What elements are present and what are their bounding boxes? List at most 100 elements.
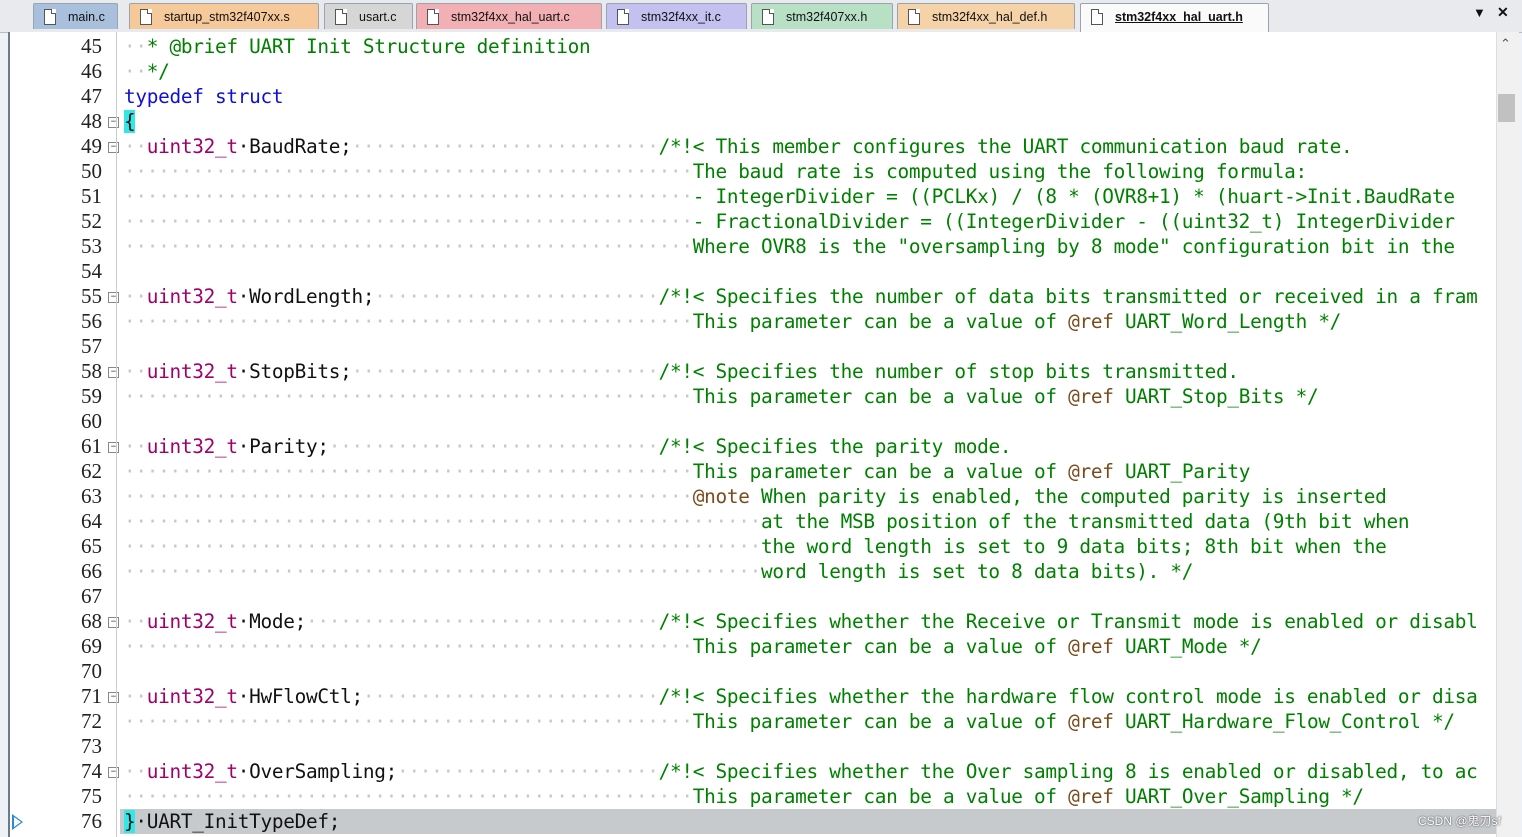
code-token: ·Parity;	[237, 435, 329, 458]
code-token: uint32_t	[146, 610, 238, 633]
close-tab-icon[interactable]: ✕	[1497, 4, 1509, 21]
code-token: ··	[124, 35, 147, 58]
code-line[interactable]: ········································…	[124, 459, 1250, 484]
code-line[interactable]: ········································…	[124, 159, 1307, 184]
code-line[interactable]: ··uint32_t·HwFlowCtl;···················…	[124, 684, 1478, 709]
tab-stm32f4xx-hal-uart-h[interactable]: stm32f4xx_hal_uart.h	[1080, 3, 1269, 32]
code-line[interactable]: ··uint32_t·BaudRate;····················…	[124, 134, 1353, 159]
code-token: uint32_t	[146, 435, 238, 458]
scroll-up-icon[interactable]: ⌃	[1500, 36, 1511, 52]
tab-stm32f407xx-h[interactable]: stm32f407xx.h	[751, 3, 893, 29]
code-line[interactable]: ········································…	[124, 184, 1455, 209]
vertical-scrollbar[interactable]	[1496, 32, 1519, 837]
tab-label: startup_stm32f407xx.s	[164, 10, 290, 24]
code-line[interactable]: ········································…	[124, 634, 1262, 659]
fold-toggle-icon[interactable]: −	[108, 767, 119, 778]
code-editor[interactable]: 45 46 47 48−49−50 51 52 53 54 55−56 57 58−59 60 61−6…	[8, 32, 1497, 837]
file-icon	[44, 9, 56, 25]
line-number: 64	[81, 509, 102, 533]
tab-stm32f4xx-it-c[interactable]: stm32f4xx_it.c	[606, 3, 747, 29]
tab-stm32f4xx-hal-def-h[interactable]: stm32f4xx_hal_def.h	[897, 3, 1075, 29]
code-line[interactable]: ········································…	[124, 559, 1193, 584]
code-token: ·BaudRate;	[237, 135, 352, 158]
code-line[interactable]: ········································…	[124, 534, 1387, 559]
line-number: 49	[81, 134, 102, 158]
line-number: 73	[81, 734, 102, 758]
code-token: }	[124, 810, 136, 833]
line-number: 48	[81, 109, 102, 133]
code-line[interactable]: ········································…	[124, 709, 1455, 734]
tab-stm32f4xx-hal-uart-c[interactable]: stm32f4xx_hal_uart.c	[416, 3, 602, 29]
code-token: ········································…	[124, 210, 693, 233]
code-token: ···························	[351, 360, 659, 383]
line-number: 57	[81, 334, 102, 358]
code-line[interactable]: ··uint32_t·Mode;························…	[124, 609, 1478, 634]
code-token: ········································…	[124, 160, 693, 183]
code-line[interactable]: ··* @brief UART Init Structure definitio…	[124, 34, 591, 59]
code-line[interactable]: ········································…	[124, 309, 1341, 334]
code-token: UART_Mode */	[1113, 635, 1262, 658]
scrollbar-thumb[interactable]	[1498, 94, 1515, 122]
file-icon	[140, 9, 152, 25]
code-token: @ref	[1068, 710, 1114, 733]
code-line[interactable]: ········································…	[124, 784, 1364, 809]
fold-toggle-icon[interactable]: −	[108, 292, 119, 303]
code-line[interactable]: ········································…	[124, 509, 1410, 534]
code-token: ·HwFlowCtl;	[237, 685, 363, 708]
code-line[interactable]: ········································…	[124, 234, 1455, 259]
tab-label: usart.c	[359, 10, 397, 24]
tab-main-c[interactable]: main.c	[33, 3, 118, 29]
code-line-current[interactable]: }·UART_InitTypeDef;	[120, 809, 1497, 834]
code-token: ··	[124, 610, 147, 633]
code-token: uint32_t	[146, 285, 238, 308]
code-token: ··	[124, 60, 147, 83]
tab-label: main.c	[68, 10, 105, 24]
code-token: */	[146, 60, 170, 83]
tab-usart-c[interactable]: usart.c	[324, 3, 413, 29]
code-token: ·WordLength;	[237, 285, 375, 308]
code-token: uint32_t	[146, 760, 238, 783]
code-token: ··	[124, 435, 147, 458]
fold-toggle-icon[interactable]: −	[108, 617, 119, 628]
code-token: /*!< Specifies whether the Over sampling…	[658, 760, 1478, 783]
line-number: 59	[81, 384, 102, 408]
code-token: ········································…	[124, 510, 761, 533]
code-token: ·························	[374, 285, 659, 308]
code-line[interactable]: ········································…	[124, 209, 1455, 234]
code-line[interactable]: typedef struct	[124, 84, 284, 109]
line-number: 56	[81, 309, 102, 333]
tab-startup-stm32f407xx-s[interactable]: startup_stm32f407xx.s	[129, 3, 319, 29]
fold-toggle-icon[interactable]: −	[108, 442, 119, 453]
code-line[interactable]: ········································…	[124, 484, 1387, 509]
code-token: This parameter can be a value of	[692, 635, 1069, 658]
code-line[interactable]: ··*/	[124, 59, 170, 84]
code-token: This parameter can be a value of	[692, 785, 1069, 808]
code-line[interactable]: ··uint32_t·Parity;······················…	[124, 434, 1012, 459]
fold-toggle-icon[interactable]: −	[108, 692, 119, 703]
line-number: 52	[81, 209, 102, 233]
code-line[interactable]: {	[124, 109, 136, 134]
code-line[interactable]: ········································…	[124, 384, 1319, 409]
line-number: 65	[81, 534, 102, 558]
fold-toggle-icon[interactable]: −	[108, 117, 119, 128]
tab-label: stm32f4xx_hal_uart.c	[451, 10, 570, 24]
code-line[interactable]: ··uint32_t·StopBits;····················…	[124, 359, 1239, 384]
fold-toggle-icon[interactable]: −	[108, 367, 119, 378]
code-token: ··	[124, 685, 147, 708]
tab-bar: main.c startup_stm32f407xx.s usart.c stm32f…	[0, 0, 1522, 33]
code-token: - IntegerDivider = ((PCLKx) / (8 * (OVR8…	[692, 185, 1455, 208]
fold-toggle-icon[interactable]: −	[108, 142, 119, 153]
code-token: UART_Parity	[1113, 460, 1251, 483]
code-line[interactable]: ··uint32_t·WordLength;··················…	[124, 284, 1478, 309]
code-token: {	[124, 110, 136, 133]
line-number: 71	[81, 684, 102, 708]
code-token: uint32_t	[146, 685, 238, 708]
code-token: ··························	[362, 685, 659, 708]
code-token: ·StopBits;	[237, 360, 352, 383]
tab-list-dropdown-icon[interactable]: ▼	[1473, 5, 1486, 20]
code-token: This parameter can be a value of	[692, 710, 1069, 733]
code-token: ··	[124, 760, 147, 783]
code-token: * @brief UART Init Structure definition	[146, 35, 591, 58]
line-number: 60	[81, 409, 102, 433]
code-line[interactable]: ··uint32_t·OverSampling;················…	[124, 759, 1478, 784]
